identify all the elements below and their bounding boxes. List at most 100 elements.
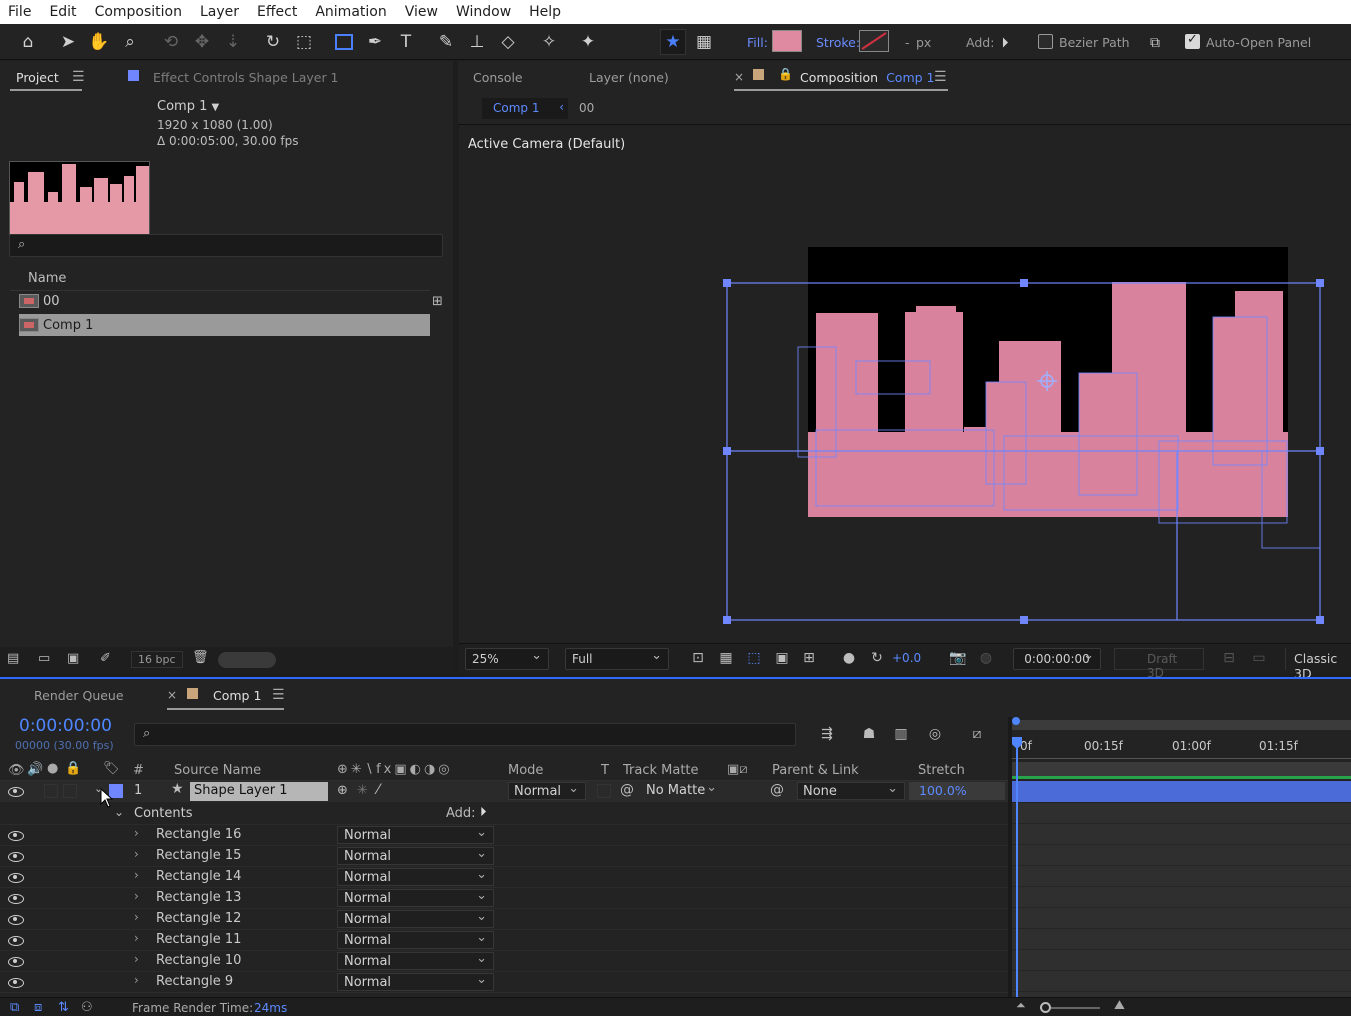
collapse-switch-icon[interactable]: ✳ [357, 783, 368, 798]
eye-icon[interactable] [8, 912, 24, 926]
reset-exposure-icon[interactable]: ↻ [867, 650, 887, 668]
zoom-in-icon[interactable]: ⛰ [1114, 998, 1125, 1013]
sublayer-mode-dropdown[interactable]: Normal [337, 887, 494, 907]
timeline-current-time[interactable]: 0:00:00:00 [19, 716, 112, 736]
track-matte-dropdown[interactable]: No Matte ⌄ [641, 780, 721, 800]
fast-previews-icon[interactable]: ⊡ [688, 650, 708, 668]
chevron-right-icon[interactable]: › [134, 889, 139, 903]
rotate-tool-icon[interactable]: ↻ [260, 29, 286, 55]
project-settings-icon[interactable]: ✐ [100, 651, 111, 666]
timeline-search-input[interactable]: ⌕ [134, 723, 796, 746]
rectangle-11-row[interactable]: › Rectangle 11 Normal [0, 929, 1008, 951]
new-folder-icon[interactable]: ▭ [38, 651, 50, 666]
tool-options-icon[interactable]: ▦ [691, 29, 717, 55]
eye-icon[interactable] [8, 954, 24, 968]
bit-depth-button[interactable]: 16 bpc [131, 651, 183, 668]
transfer-controls-toggle-icon[interactable]: ⧈ [34, 1000, 42, 1015]
sublayer-name[interactable]: Rectangle 13 [156, 890, 241, 905]
sublayer-name[interactable]: Rectangle 16 [156, 827, 241, 842]
chevron-right-icon[interactable]: › [134, 973, 139, 987]
composition-menu-icon[interactable]: ☰ [934, 69, 947, 85]
render-time-toggle-icon[interactable]: ⚇ [81, 1000, 93, 1015]
grid-guides-icon[interactable]: ⊞ [799, 650, 819, 668]
chevron-right-icon[interactable]: › [134, 910, 139, 924]
rectangle-9-row[interactable]: › Rectangle 9 Normal [0, 971, 1008, 993]
chevron-right-icon[interactable]: › [134, 868, 139, 882]
sublayer-name[interactable]: Rectangle 11 [156, 932, 241, 947]
layer-switches-toggle-icon[interactable]: ⧉ [10, 1000, 19, 1015]
roto-brush-tool-icon[interactable]: ✧ [536, 29, 562, 55]
project-item-comp-1[interactable]: Comp 1 [19, 314, 430, 336]
chevron-down-icon[interactable]: ⌄ [114, 805, 124, 819]
current-time-indicator[interactable] [1016, 743, 1018, 997]
stroke-color-swatch[interactable] [859, 30, 889, 52]
flowchart-icon[interactable]: ⊞ [432, 294, 443, 309]
thumbnail-size-slider[interactable] [218, 652, 276, 668]
tab-console[interactable]: Console [473, 70, 523, 85]
menu-help[interactable]: Help [520, 4, 570, 20]
sublayer-mode-dropdown[interactable]: Normal [337, 824, 494, 844]
close-tab-icon[interactable]: × [734, 70, 744, 84]
eye-icon[interactable] [8, 870, 24, 884]
in-out-toggle-icon[interactable]: ⇅ [58, 1000, 69, 1015]
3d-ground-plane-icon[interactable]: ⊟ [1219, 650, 1239, 668]
color-channels-icon[interactable]: ● [839, 650, 859, 668]
sublayer-name[interactable]: Rectangle 12 [156, 911, 241, 926]
tab-layer[interactable]: Layer (none) [589, 70, 669, 85]
snapshot-camera-icon[interactable]: 📷 [948, 650, 968, 668]
menu-view[interactable]: View [396, 4, 447, 20]
sublayer-name[interactable]: Rectangle 14 [156, 869, 241, 884]
zoom-out-icon[interactable]: ⏶ [1016, 998, 1026, 1013]
menu-effect[interactable]: Effect [248, 4, 306, 20]
comp-dropdown-icon[interactable]: ▼ [212, 102, 220, 113]
stroke-label[interactable]: Stroke: [816, 35, 860, 50]
column-track-matte-header[interactable]: Track Matte [623, 763, 699, 778]
lock-icon[interactable]: 🔒 [778, 67, 793, 81]
selection-tool-icon[interactable]: ➤ [55, 29, 81, 55]
pan-tool-icon[interactable]: ✥ [189, 29, 215, 55]
layer-name-field[interactable]: Shape Layer 1 [190, 782, 328, 801]
work-area-start-handle[interactable] [1012, 717, 1020, 725]
rectangle-16-row[interactable]: › Rectangle 16 Normal [0, 824, 1008, 846]
bezier-path-checkbox[interactable] [1038, 34, 1053, 49]
rectangle-14-row[interactable]: › Rectangle 14 Normal [0, 866, 1008, 888]
exposure-value[interactable]: +0.0 [892, 651, 921, 665]
eye-icon[interactable] [8, 828, 24, 842]
tab-comp-1[interactable]: Comp 1 [213, 688, 261, 703]
draft-3d-toggle[interactable]: Draft 3D [1114, 648, 1204, 680]
dolly-tool-icon[interactable]: ⇣ [220, 29, 246, 55]
tab-render-queue[interactable]: Render Queue [34, 688, 124, 703]
tab-effect-controls[interactable]: Effect Controls Shape Layer 1 [153, 70, 339, 85]
current-time-display[interactable]: 0:00:00:00 [1013, 648, 1101, 670]
layer-duration-bar[interactable] [1012, 781, 1351, 802]
sublayer-mode-dropdown[interactable]: Normal [337, 845, 494, 865]
timeline-menu-icon[interactable]: ☰ [272, 687, 285, 703]
zoom-tool-icon[interactable]: ⌕ [117, 29, 143, 55]
chevron-right-icon[interactable]: › [134, 952, 139, 966]
mask-visibility-icon[interactable]: ⬚ [744, 650, 764, 668]
column-t-header[interactable]: T [601, 763, 609, 778]
eye-icon[interactable] [8, 891, 24, 905]
eraser-tool-icon[interactable]: ◇ [495, 29, 521, 55]
pen-tool-icon[interactable]: ✒ [362, 29, 388, 55]
home-icon[interactable]: ⌂ [15, 29, 41, 55]
brush-tool-icon[interactable]: ✎ [433, 29, 459, 55]
eye-icon[interactable] [8, 849, 24, 863]
extended-viewer-icon[interactable]: ▭ [1249, 650, 1269, 668]
pan-behind-tool-icon[interactable]: ⬚ [291, 29, 317, 55]
sublayer-mode-dropdown[interactable]: Normal [337, 866, 494, 886]
shy-switch-icon[interactable]: ⊕ [337, 783, 348, 798]
eye-icon[interactable] [8, 933, 24, 947]
composition-mini-flowchart-icon[interactable]: ⇶ [817, 726, 837, 744]
rectangle-12-row[interactable]: › Rectangle 12 Normal [0, 908, 1008, 930]
draft-3d-timeline-icon[interactable]: ☗ [859, 726, 879, 744]
menu-layer[interactable]: Layer [191, 4, 248, 20]
menu-window[interactable]: Window [447, 4, 520, 20]
sublayer-mode-dropdown[interactable]: Normal [337, 908, 494, 928]
hand-tool-icon[interactable]: ✋ [86, 29, 112, 55]
column-number-header[interactable]: # [133, 763, 144, 778]
quality-switch-icon[interactable]: ⁄ [377, 782, 379, 798]
eye-icon[interactable] [8, 975, 24, 989]
solo-switch[interactable] [44, 784, 58, 798]
graph-editor-icon[interactable]: ⧄ [967, 726, 987, 744]
